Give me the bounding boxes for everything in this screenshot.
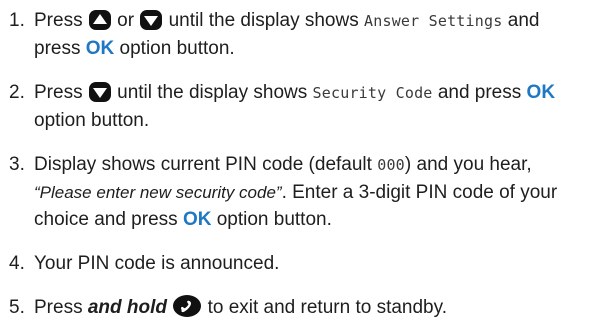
step-text-fragment: Press [34, 297, 83, 318]
step-text: Press and hold to exit and return to sta… [34, 294, 584, 321]
step-text-fragment: to exit and return to standby. [207, 297, 447, 318]
phone-icon [173, 295, 202, 317]
step-text-fragment: Display shows current PIN code (default [34, 154, 372, 175]
step-text-fragment: ) and you hear, [404, 154, 532, 175]
step-text-fragment: until the display shows [117, 82, 308, 103]
step-5: 5. Press and hold to exit and return to … [9, 294, 584, 321]
step-number: 1. [9, 10, 25, 31]
down-arrow-icon [88, 82, 111, 102]
ok-option-label: OK [85, 38, 115, 59]
step-text-fragment: and press [437, 82, 522, 103]
up-arrow-icon [88, 10, 111, 30]
step-number: 4. [9, 253, 25, 274]
step-text: Press until the display shows Security C… [34, 79, 584, 134]
lcd-display-text: Answer Settings [364, 12, 503, 30]
ok-option-label: OK [526, 82, 556, 103]
step-1: 1. Press or until the display shows Answ… [9, 7, 584, 62]
ok-option-label: OK [182, 209, 212, 230]
lcd-display-text: 000 [377, 156, 405, 174]
step-3: 3. Display shows current PIN code (defau… [9, 151, 584, 233]
step-4: 4. Your PIN code is announced. [9, 250, 584, 277]
step-number: 2. [9, 82, 25, 103]
step-text-fragment: Press [34, 10, 83, 31]
step-text-fragment: option button. [216, 209, 332, 230]
step-text-fragment: Press [34, 82, 83, 103]
step-text: Your PIN code is announced. [34, 250, 584, 277]
step-text-fragment: until the display shows [168, 10, 359, 31]
step-text-fragment: option button. [119, 38, 235, 59]
down-arrow-icon [140, 10, 163, 30]
voice-prompt-quote: “Please enter new security code” [34, 183, 282, 202]
step-text-fragment: or [117, 10, 135, 31]
instruction-list: 1. Press or until the display shows Answ… [0, 0, 594, 321]
step-text: Display shows current PIN code (default … [34, 151, 584, 233]
step-text-fragment: option button. [34, 110, 150, 131]
step-text: Press or until the display shows Answer … [34, 7, 584, 62]
step-number: 3. [9, 154, 25, 175]
lcd-display-text: Security Code [312, 84, 433, 102]
step-2: 2. Press until the display shows Securit… [9, 79, 584, 134]
emphasis-text: and hold [87, 297, 168, 318]
step-text-fragment: Your PIN code is announced. [34, 253, 280, 274]
step-number: 5. [9, 297, 25, 318]
